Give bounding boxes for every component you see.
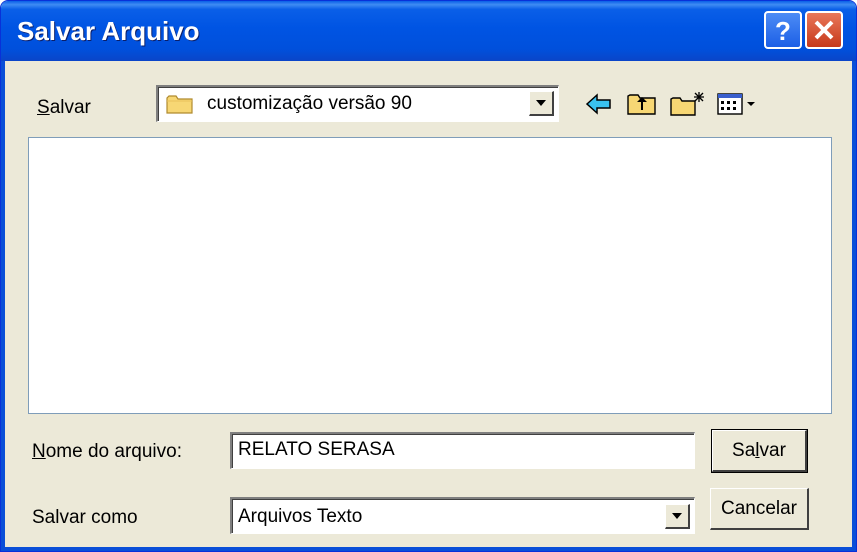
filename-label-accesskey: N [32,441,46,462]
view-menu-icon[interactable] [716,91,760,117]
save-in-combobox[interactable]: customização versão 90 [156,85,559,122]
save-button-text-end: var [759,440,786,461]
chevron-down-icon [672,513,682,519]
save-button[interactable]: Salvar [711,429,808,473]
file-list-view[interactable] [28,137,832,414]
filetype-label: Salvar como [32,507,138,528]
filetype-value: Arquivos Texto [238,506,363,527]
up-folder-icon[interactable] [626,91,658,117]
svg-text:?: ? [775,16,791,46]
filename-label: Nome do arquivo: [32,441,182,463]
save-in-label-text: alvar [49,97,91,118]
save-file-dialog: Salvar Arquivo ? Salvar customização ver… [0,0,857,552]
chevron-down-icon [747,102,755,106]
chevron-down-icon [536,100,546,106]
filename-value: RELATO SERASA [238,439,395,460]
title-bar[interactable]: Salvar Arquivo ? [1,1,856,61]
window-frame-bottom [1,547,856,551]
question-icon: ? [775,16,791,46]
folder-icon [166,95,193,114]
save-in-label-accesskey: S [37,97,50,118]
window-frame-left [1,61,5,551]
save-in-dropdown-button[interactable] [529,91,554,116]
save-in-value: customização versão 90 [207,93,412,114]
save-in-label: Salvar [37,97,91,119]
filetype-dropdown-button[interactable] [665,504,690,529]
filetype-combobox[interactable]: Arquivos Texto [230,497,695,534]
close-icon [814,20,834,40]
filename-input[interactable]: RELATO SERASA [230,432,695,469]
help-button[interactable]: ? [764,11,802,49]
filename-label-text: ome do arquivo: [45,441,182,462]
close-button[interactable] [805,11,843,49]
new-folder-icon[interactable] [669,91,707,117]
cancel-button[interactable]: Cancelar [710,488,809,530]
dialog-title: Salvar Arquivo [17,16,200,46]
back-arrow-icon[interactable] [584,91,614,117]
window-frame-right [852,61,856,551]
save-button-text-start: Sa [732,440,756,461]
